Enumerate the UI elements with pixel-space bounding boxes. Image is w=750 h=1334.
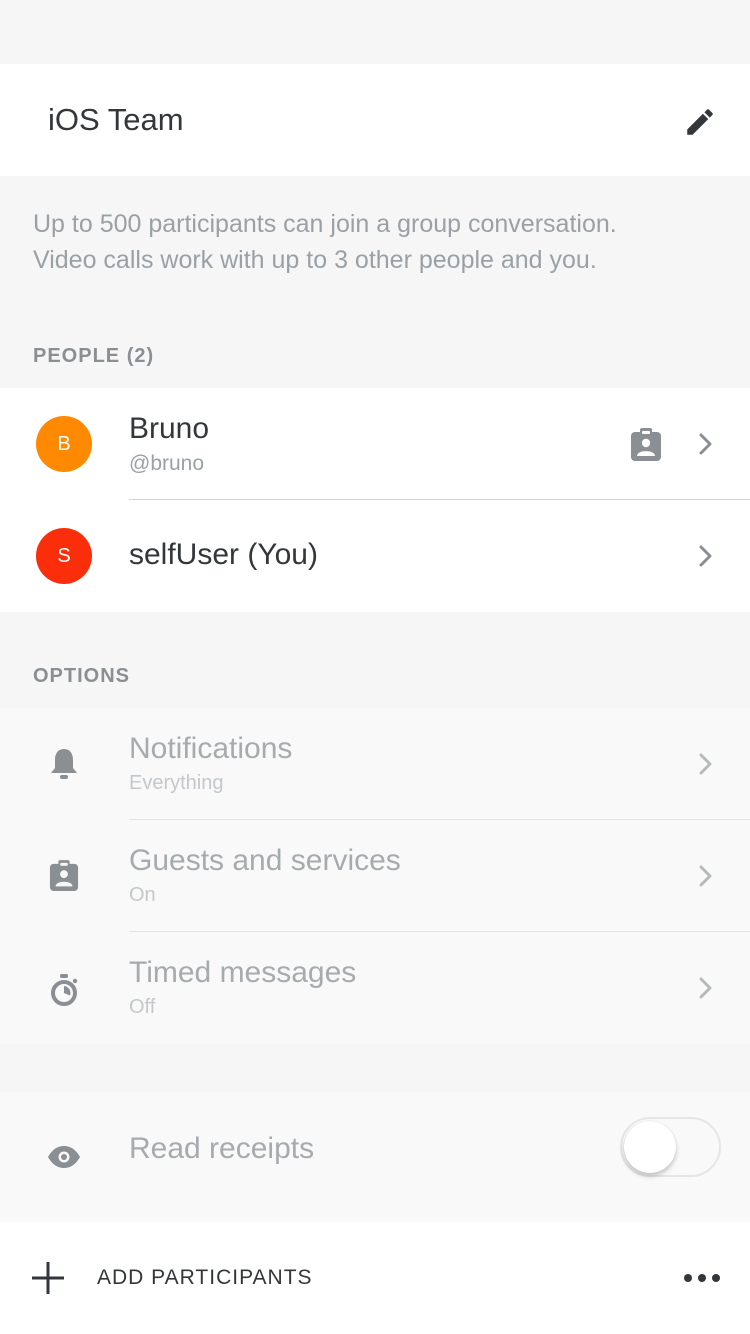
read-receipts-row: Read receipts: [0, 1092, 750, 1222]
option-timed-messages[interactable]: Timed messages Off: [0, 932, 750, 1044]
option-title: Guests and services: [129, 844, 401, 877]
participant-row-bruno[interactable]: B Bruno @bruno: [0, 388, 750, 500]
info-line-1: Up to 500 participants can join a group …: [33, 210, 617, 238]
chevron-right-icon: [699, 433, 712, 455]
bottom-action-bar: ADD PARTICIPANTS: [0, 1222, 750, 1334]
edit-name-button[interactable]: [678, 100, 722, 144]
options-section-label: OPTIONS: [33, 665, 131, 687]
pencil-icon: [687, 109, 713, 135]
guest-badge-icon: [44, 856, 84, 896]
add-participants-button[interactable]: ADD PARTICIPANTS: [0, 1222, 400, 1334]
participant-name: Bruno: [129, 412, 210, 445]
option-guests-and-services[interactable]: Guests and services On: [0, 820, 750, 932]
people-list: B Bruno @bruno S selfUser (You): [0, 388, 750, 612]
chevron-right-icon: [699, 545, 712, 567]
toggle-knob: [624, 1121, 676, 1173]
conversation-title: iOS Team: [48, 102, 184, 137]
option-notifications[interactable]: Notifications Everything: [0, 708, 750, 820]
option-subtitle: Everything: [129, 772, 224, 794]
chevron-right-icon: [699, 753, 712, 775]
participant-name: selfUser (You): [129, 538, 318, 571]
avatar: B: [36, 416, 92, 472]
more-dots-icon: [684, 1274, 720, 1282]
bell-icon: [44, 744, 84, 784]
conversation-header: iOS Team: [0, 64, 750, 176]
info-line-2: Video calls work with up to 3 other peop…: [33, 246, 597, 274]
plus-icon: [32, 1262, 64, 1294]
chevron-right-icon: [699, 865, 712, 887]
eye-icon: [44, 1137, 84, 1177]
add-participants-label: ADD PARTICIPANTS: [97, 1266, 313, 1289]
participant-handle: @bruno: [129, 452, 205, 475]
options-list: Notifications Everything Guests and serv…: [0, 708, 750, 1044]
timer-icon: [44, 970, 84, 1010]
option-title: Notifications: [129, 732, 293, 765]
chevron-right-icon: [699, 977, 712, 999]
read-receipts-toggle[interactable]: [620, 1117, 721, 1177]
people-section-label: PEOPLE (2): [33, 345, 155, 367]
read-receipts-label: Read receipts: [129, 1132, 315, 1165]
more-options-button[interactable]: [680, 1256, 724, 1300]
option-subtitle: On: [129, 884, 156, 906]
group-info-text: Up to 500 participants can join a group …: [33, 206, 723, 278]
option-subtitle: Off: [129, 996, 156, 1018]
guest-badge-icon: [631, 428, 661, 461]
option-title: Timed messages: [129, 956, 357, 989]
avatar: S: [36, 528, 92, 584]
participant-row-self[interactable]: S selfUser (You): [0, 500, 750, 612]
